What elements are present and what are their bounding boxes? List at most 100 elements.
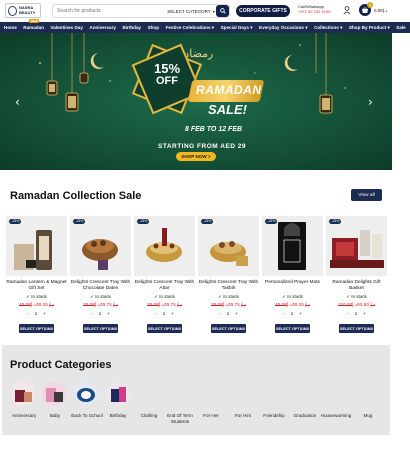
carousel-prev-arrow-icon[interactable]: ‹ bbox=[15, 95, 20, 109]
site-logo[interactable]: NASRA BEAUTY bbox=[5, 3, 41, 18]
nav-item-shop[interactable]: Shop bbox=[148, 25, 159, 30]
sale-dates: 8 FEB TO 12 FEB bbox=[185, 126, 243, 133]
stock-status: ✓ In stock bbox=[282, 294, 303, 299]
increment-icon[interactable]: + bbox=[235, 312, 238, 317]
category-thumb-birthday[interactable] bbox=[106, 382, 130, 406]
view-all-button[interactable]: View all bbox=[351, 189, 382, 201]
product-price: 110.00د.إ 93.50د.إ bbox=[326, 303, 387, 308]
increment-icon[interactable]: + bbox=[107, 312, 110, 317]
nav-item-anniversary[interactable]: Anniversary bbox=[89, 25, 116, 30]
main-nav: Home Ramadan NEW Valentines Day Anniversa… bbox=[0, 19, 410, 33]
product-card[interactable]: -15% Ramadan Lantern & Magnet Gift Set ✓ … bbox=[6, 216, 67, 333]
category-select-label: SELECT CATEGORY bbox=[167, 8, 211, 14]
decrement-icon[interactable]: - bbox=[91, 312, 93, 317]
nav-item-special-days[interactable]: Special Days ▾ bbox=[221, 25, 253, 31]
nav-item-shop-by-product[interactable]: Shop By Product ▾ bbox=[349, 25, 390, 31]
nav-item-ramadan[interactable]: Ramadan NEW bbox=[23, 19, 44, 30]
discount-badge: -15% bbox=[201, 219, 214, 224]
stock-status: ✓ In stock bbox=[218, 294, 239, 299]
quantity-stepper: -1 + bbox=[326, 312, 387, 317]
product-image[interactable]: -15% bbox=[326, 216, 387, 276]
decrement-icon[interactable]: - bbox=[347, 312, 349, 317]
discount-badge: -15% bbox=[137, 219, 150, 224]
product-card[interactable]: -15% Ramadan Delights Gift Basket ✓ In s… bbox=[326, 216, 387, 333]
category-select[interactable]: SELECT CATEGORY ▾ bbox=[166, 9, 216, 14]
product-image[interactable]: -15% bbox=[70, 216, 131, 276]
discount-badge: -15% bbox=[9, 219, 22, 224]
product-card[interactable]: -15% Delights Crescent Tray With Chocolat… bbox=[70, 216, 131, 333]
product-name-line: Chocolate Dates bbox=[82, 286, 119, 291]
whatsapp-contact[interactable]: Call/Whatsapp +971 52 232 5199 bbox=[298, 4, 330, 14]
decrement-icon[interactable]: - bbox=[27, 312, 29, 317]
product-name[interactable]: Delights Crescent Tray With Tasbih bbox=[198, 280, 259, 292]
select-options-button[interactable]: SELECT OPTIONS bbox=[211, 324, 246, 333]
product-name[interactable]: Ramadan Delights Gift Basket bbox=[326, 280, 387, 292]
discount-badge: -15% bbox=[329, 219, 342, 224]
product-name-line: Tasbih bbox=[221, 286, 236, 291]
tray-tasbih-image bbox=[210, 241, 248, 266]
product-name[interactable]: Personalized Prayer Mats bbox=[262, 280, 323, 292]
nav-item-birthday[interactable]: Birthday bbox=[122, 25, 141, 30]
nav-item-home[interactable]: Home bbox=[4, 25, 17, 30]
product-card[interactable]: -15% Delights Crescent Tray With Tasbih ✓… bbox=[198, 216, 259, 333]
search-bar: SELECT CATEGORY▾ bbox=[52, 4, 230, 18]
carousel-next-arrow-icon[interactable]: › bbox=[368, 95, 373, 109]
product-price: 45.00د.إ 38.25د.إ bbox=[6, 303, 67, 308]
corporate-gifts-button[interactable]: CORPORATE GIFTS bbox=[236, 5, 290, 17]
stock-status: ✓ In stock bbox=[154, 294, 175, 299]
prayer-mat-image bbox=[278, 222, 306, 270]
discount-badge: -15% bbox=[265, 219, 278, 224]
increment-icon[interactable]: + bbox=[299, 312, 302, 317]
category-thumb-anniversary[interactable] bbox=[11, 382, 35, 406]
product-name[interactable]: Ramadan Lantern & Magnet Gift Set bbox=[6, 280, 67, 292]
quantity-value: 1 bbox=[354, 312, 358, 317]
school-image bbox=[77, 388, 95, 402]
product-image[interactable]: -15% bbox=[134, 216, 195, 276]
product-image[interactable]: -15% bbox=[198, 216, 259, 276]
nav-item-collections[interactable]: Collections ▾ bbox=[314, 25, 342, 31]
top-header: NASRA BEAUTY SELECT CATEGORY▾ CORPORATE … bbox=[0, 0, 410, 22]
product-card[interactable]: -15% Personalized Prayer Mats ✓ In stock… bbox=[262, 216, 323, 333]
sale-price: 38.25د.إ bbox=[31, 303, 48, 308]
quantity-value: 1 bbox=[226, 312, 230, 317]
product-name[interactable]: Delights Crescent Tray With Attar bbox=[134, 280, 195, 292]
categories-title: Product Categories bbox=[10, 359, 112, 371]
nav-item-valentines[interactable]: Valentines Day bbox=[50, 25, 82, 30]
discount-badge: 15% OFF bbox=[144, 62, 190, 88]
user-account-icon[interactable] bbox=[343, 6, 351, 15]
product-name-line: Gift Set bbox=[28, 286, 45, 291]
decrement-icon[interactable]: - bbox=[155, 312, 157, 317]
discount-badge: -15% bbox=[73, 219, 86, 224]
quantity-stepper: -1 + bbox=[198, 312, 259, 317]
nav-item-sale[interactable]: Sale bbox=[396, 25, 405, 30]
select-options-button[interactable]: SELECT OPTIONS bbox=[339, 324, 374, 333]
select-options-button[interactable]: SELECT OPTIONS bbox=[275, 324, 310, 333]
product-image[interactable]: -15% bbox=[262, 216, 323, 276]
decrement-icon[interactable]: - bbox=[219, 312, 221, 317]
decrement-icon[interactable]: - bbox=[283, 312, 285, 317]
select-options-button[interactable]: SELECT OPTIONS bbox=[147, 324, 182, 333]
search-button[interactable] bbox=[216, 5, 229, 17]
increment-icon[interactable]: + bbox=[171, 312, 174, 317]
increment-icon[interactable]: + bbox=[43, 312, 46, 317]
product-image[interactable]: -15% bbox=[6, 216, 67, 276]
crescent-tray-image bbox=[82, 239, 118, 270]
search-input[interactable] bbox=[53, 5, 166, 17]
quantity-stepper: -1 + bbox=[70, 312, 131, 317]
nav-item-festive[interactable]: Festive Celebrations ▾ bbox=[166, 25, 215, 31]
shop-now-button[interactable]: SHOP NOW > bbox=[176, 152, 216, 161]
quantity-stepper: -1 + bbox=[262, 312, 323, 317]
tray-attar-image bbox=[146, 228, 182, 262]
product-price: 35.00د.إ 29.75د.إ bbox=[198, 303, 259, 308]
product-name[interactable]: Delights Crescent Tray With Chocolate Dat… bbox=[70, 280, 131, 292]
increment-icon[interactable]: + bbox=[363, 312, 366, 317]
quantity-value: 1 bbox=[34, 312, 38, 317]
nav-item-everyday[interactable]: Everyday Occasions ▾ bbox=[259, 25, 308, 31]
nav-item-ramadan-label: Ramadan bbox=[23, 25, 44, 30]
category-mug[interactable]: Mug bbox=[348, 413, 388, 419]
category-thumb-baby[interactable] bbox=[42, 382, 66, 406]
select-options-button[interactable]: SELECT OPTIONS bbox=[19, 324, 54, 333]
product-card[interactable]: -15% Delights Crescent Tray With Attar ✓ … bbox=[134, 216, 195, 333]
select-options-button[interactable]: SELECT OPTIONS bbox=[83, 324, 118, 333]
category-thumb-back-to-school[interactable] bbox=[74, 382, 98, 406]
